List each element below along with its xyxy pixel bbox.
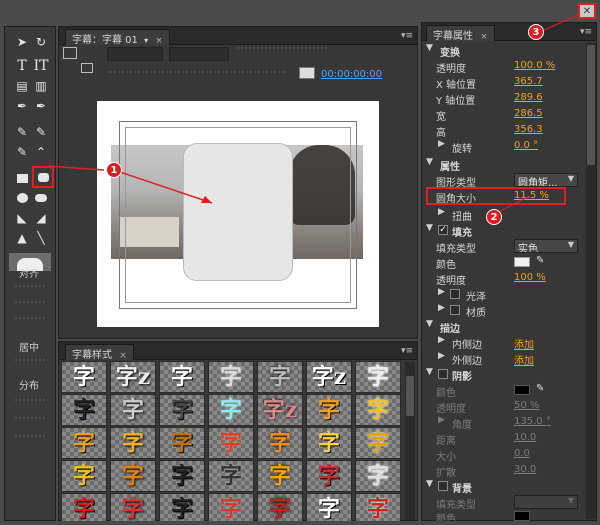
callout-3: 3 xyxy=(528,24,544,40)
annotation-arrows xyxy=(46,13,581,216)
callout-1: 1 xyxy=(106,162,122,178)
callout-2: 2 xyxy=(486,209,502,225)
